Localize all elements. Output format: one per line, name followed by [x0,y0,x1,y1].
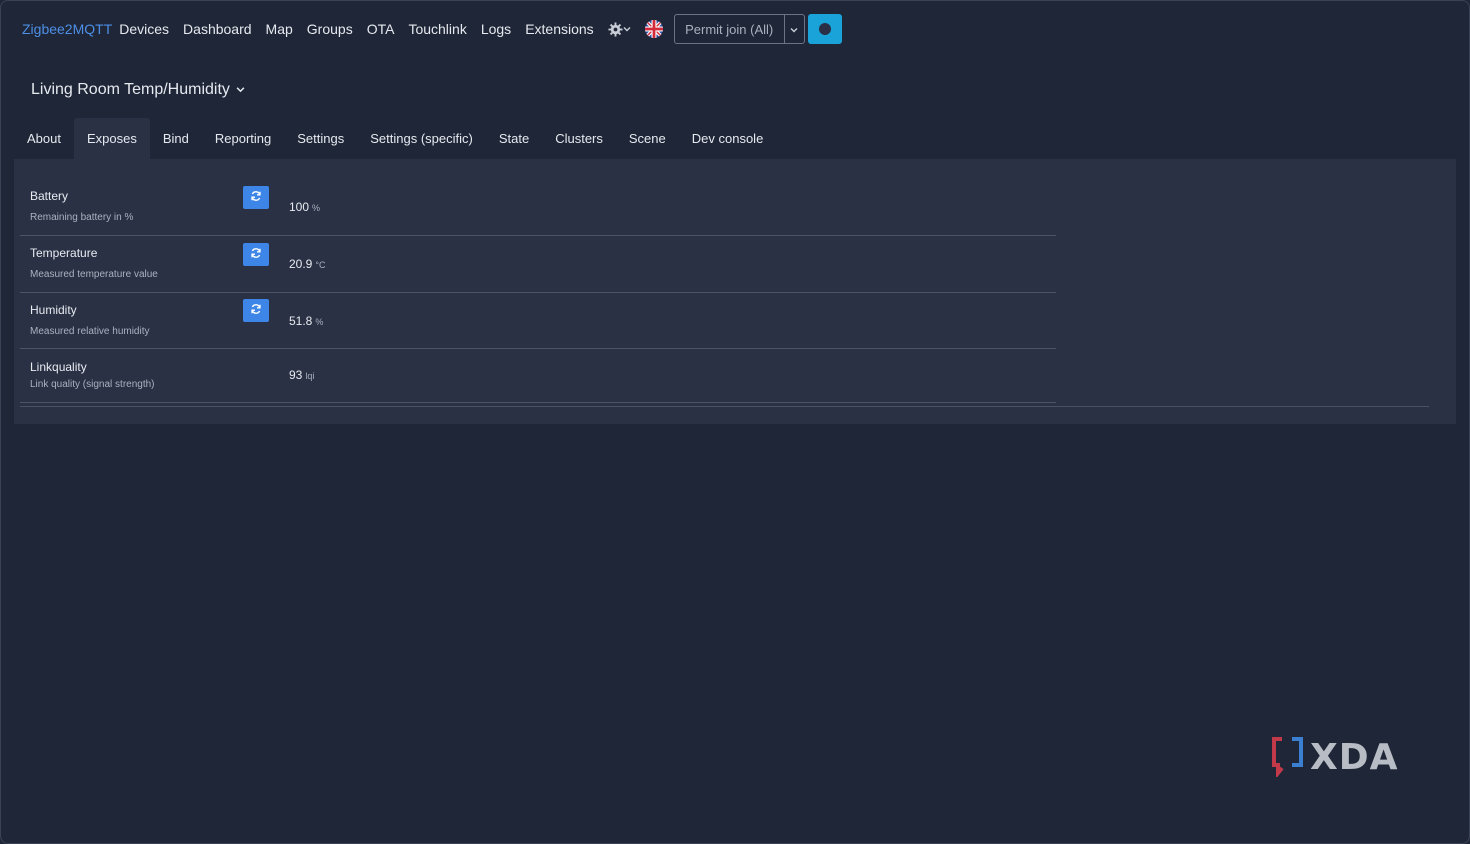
tab-about[interactable]: About [14,118,74,159]
gear-icon [608,21,623,37]
permit-join-dropdown-toggle[interactable] [783,14,805,44]
tab-state[interactable]: State [486,118,542,159]
expose-unit: lqi [305,371,315,381]
nav-link-map[interactable]: Map [266,21,293,37]
tab-reporting[interactable]: Reporting [202,118,284,159]
expose-label: Humidity [30,303,77,317]
refresh-icon [250,247,262,262]
expose-description: Measured relative humidity [30,326,150,337]
status-button[interactable] [807,14,842,44]
expose-description: Remaining battery in % [30,212,134,223]
brand-link[interactable]: Zigbee2MQTT [22,21,112,37]
expose-unit: °C [315,260,326,270]
expose-value: 51.8% [289,314,324,328]
exposes-list: Battery Remaining battery in % 100% Temp… [20,179,1056,403]
nav-link-devices[interactable]: Devices [119,21,169,37]
device-title: Living Room Temp/Humidity [31,81,230,98]
tab-dev-console[interactable]: Dev console [679,118,777,159]
list-item-battery: Battery Remaining battery in % 100% [20,179,1056,236]
expose-description: Link quality (signal strength) [30,379,155,390]
expose-value: 100% [289,200,321,214]
expose-description: Measured temperature value [30,269,158,280]
xda-watermark: XDA [1270,736,1410,780]
uk-flag-icon[interactable] [644,20,663,38]
expose-value: 20.9 °C [289,257,326,271]
tab-settings-specific[interactable]: Settings (specific) [357,118,486,159]
expose-label: Linkquality [30,360,87,374]
tab-settings[interactable]: Settings [284,118,357,159]
nav-link-extensions[interactable]: Extensions [525,21,593,37]
device-selector[interactable]: Living Room Temp/Humidity [31,81,245,99]
refresh-humidity-button[interactable] [243,299,269,322]
tab-exposes[interactable]: Exposes [73,118,150,159]
list-item-humidity: Humidity Measured relative humidity 51.8… [20,293,1056,349]
panel-divider [20,406,1429,407]
tab-scene[interactable]: Scene [616,118,679,159]
nav-link-groups[interactable]: Groups [307,21,353,37]
chevron-down-icon [790,22,798,37]
refresh-temperature-button[interactable] [243,243,269,266]
device-tabs: About Exposes Bind Reporting Settings Se… [14,118,776,159]
refresh-battery-button[interactable] [243,186,269,209]
tab-clusters[interactable]: Clusters [542,118,616,159]
exposes-panel: Battery Remaining battery in % 100% Temp… [14,159,1456,424]
chevron-down-icon [230,81,245,99]
settings-dropdown[interactable] [608,21,631,37]
nav-link-logs[interactable]: Logs [481,21,511,37]
tab-bind[interactable]: Bind [150,118,202,159]
top-navbar: Zigbee2MQTT Devices Dashboard Map Groups… [0,0,1470,58]
expose-unit: % [312,203,321,213]
permit-join-group: Permit join (All) [673,14,805,44]
watermark-text: XDA [1310,737,1399,778]
expose-label: Temperature [30,246,98,260]
nav-link-ota[interactable]: OTA [367,21,395,37]
xda-logo-icon [1270,735,1306,782]
permit-join-button[interactable]: Permit join (All) [673,14,784,44]
chevron-down-icon [623,25,631,33]
refresh-icon [250,303,262,318]
expose-label: Battery [30,189,69,203]
refresh-icon [250,190,262,205]
expose-value: 93 lqi [289,368,315,382]
nav-link-dashboard[interactable]: Dashboard [183,21,252,37]
list-item-temperature: Temperature Measured temperature value 2… [20,236,1056,293]
expose-unit: % [315,317,324,327]
circle-icon [818,23,831,35]
list-item-linkquality: Linkquality Link quality (signal strengt… [20,349,1056,403]
nav-link-touchlink[interactable]: Touchlink [408,21,466,37]
